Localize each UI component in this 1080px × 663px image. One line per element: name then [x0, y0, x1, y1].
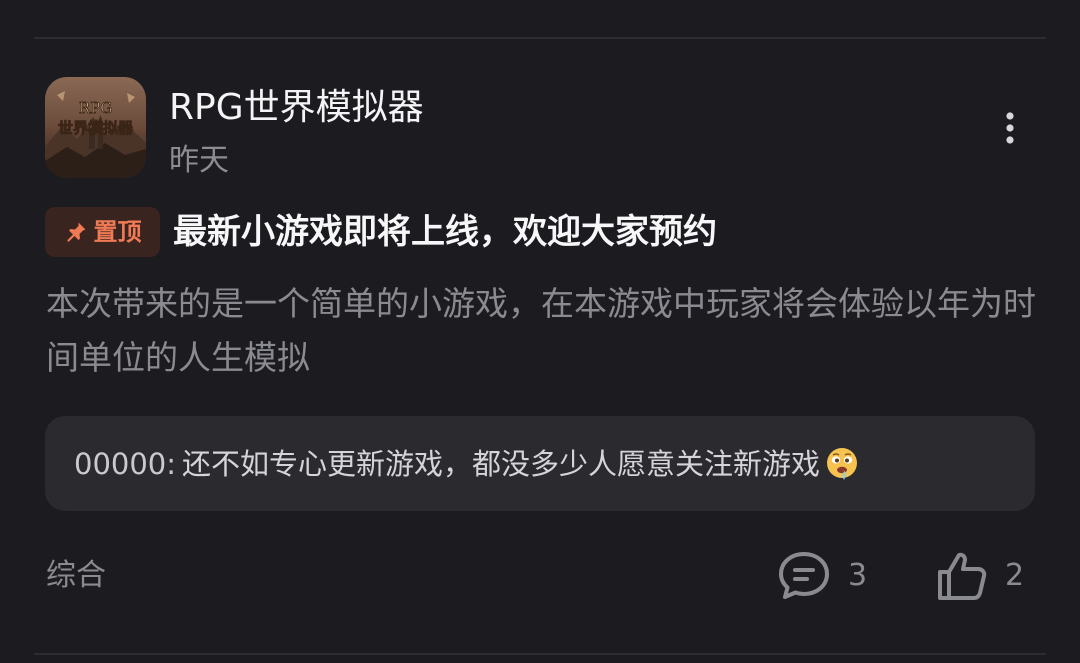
comment-count: 3 — [848, 558, 868, 593]
thumbs-up-icon — [938, 552, 987, 600]
post-card[interactable]: RPG 世界模拟器 RPG世界模拟器 昨天 置顶 最新小游戏即将上线，欢迎大家预… — [0, 0, 1080, 663]
like-count: 2 — [1005, 558, 1025, 593]
svg-text:世界模拟器: 世界模拟器 — [58, 119, 134, 137]
svg-text:RPG: RPG — [79, 99, 112, 117]
category-tag[interactable]: 综合 — [46, 556, 106, 596]
like-button[interactable]: 2 — [935, 548, 1024, 604]
comment-preview[interactable]: 00000 : 还不如专心更新游戏，都没多少人愿意关注新游戏 — [45, 416, 1035, 511]
comment-preview-line: 00000 : 还不如专心更新游戏，都没多少人愿意关注新游戏 — [74, 444, 860, 484]
pin-icon — [67, 222, 85, 242]
drooling-face-emoji-icon — [827, 448, 858, 480]
post-title[interactable]: 最新小游戏即将上线，欢迎大家预约 — [173, 208, 717, 256]
more-vertical-icon — [1006, 112, 1014, 144]
author-name[interactable]: RPG世界模拟器 — [169, 86, 424, 130]
comment-separator: : — [166, 447, 177, 481]
bottom-divider — [34, 653, 1046, 655]
comment-text: 还不如专心更新游戏，都没多少人愿意关注新游戏 — [182, 447, 821, 481]
game-logo-icon: RPG 世界模拟器 — [45, 77, 146, 178]
post-body[interactable]: 本次带来的是一个简单的小游戏，在本游戏中玩家将会体验以年为时间单位的人生模拟 — [46, 277, 1036, 385]
comment-icon — [779, 552, 829, 599]
more-options-button[interactable] — [990, 104, 1030, 152]
pinned-badge: 置顶 — [45, 207, 160, 257]
pinned-label: 置顶 — [93, 218, 142, 246]
comment-button[interactable]: 3 — [776, 548, 867, 604]
comment-username: 00000 — [74, 447, 167, 481]
author-avatar[interactable]: RPG 世界模拟器 — [45, 77, 146, 178]
post-timestamp: 昨天 — [169, 143, 229, 178]
